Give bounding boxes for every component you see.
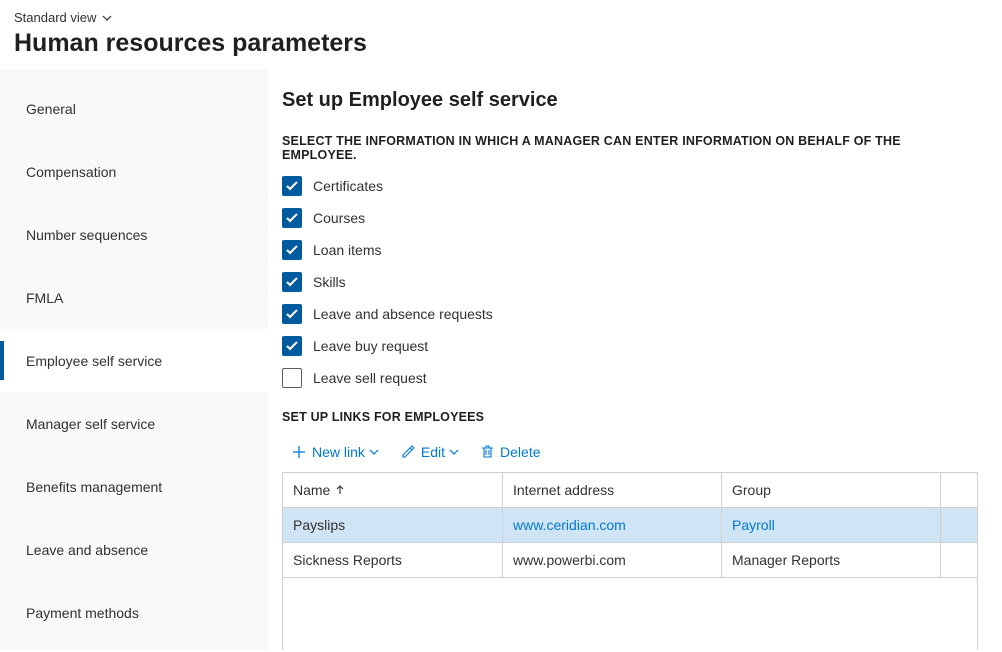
cell-name: Payslips	[283, 508, 503, 543]
links-toolbar: New link Edit Delete	[282, 438, 978, 472]
chevron-down-icon	[369, 449, 379, 455]
trash-icon	[481, 445, 494, 459]
chevron-down-icon	[102, 15, 112, 21]
checkbox-certificates[interactable]	[282, 176, 302, 196]
delete-label: Delete	[500, 444, 540, 460]
check-icon	[286, 309, 298, 319]
check-loan-items: Loan items	[282, 240, 978, 260]
check-courses: Courses	[282, 208, 978, 228]
checkbox-leave-absence-requests[interactable]	[282, 304, 302, 324]
checklist: Certificates Courses Loan items Skills L…	[282, 176, 978, 388]
grid-filler	[283, 578, 978, 651]
check-label: Leave sell request	[313, 370, 427, 386]
view-switcher[interactable]: Standard view	[14, 8, 112, 27]
main-title: Set up Employee self service	[282, 89, 978, 112]
sidebar-item-fmla[interactable]: FMLA	[0, 266, 268, 329]
sidebar-item-label: Payment methods	[26, 605, 139, 621]
sort-asc-icon	[336, 485, 344, 495]
cell-group: Manager Reports	[722, 543, 941, 578]
cell-address: www.powerbi.com	[503, 543, 722, 578]
sidebar-item-label: Manager self service	[26, 416, 155, 432]
check-icon	[286, 341, 298, 351]
main-content: Set up Employee self service SELECT THE …	[268, 69, 1002, 650]
sidebar-item-manager-self-service[interactable]: Manager self service	[0, 392, 268, 455]
sidebar-item-label: General	[26, 101, 76, 117]
sidebar-item-label: Benefits management	[26, 479, 162, 495]
sidebar-item-label: Compensation	[26, 164, 116, 180]
sidebar-item-employee-self-service[interactable]: Employee self service	[0, 329, 268, 392]
check-skills: Skills	[282, 272, 978, 292]
delete-button[interactable]: Delete	[481, 444, 540, 460]
check-icon	[286, 245, 298, 255]
cell-address: www.ceridian.com	[503, 508, 722, 543]
new-link-button[interactable]: New link	[292, 444, 379, 460]
cell-name: Sickness Reports	[283, 543, 503, 578]
col-header-label: Internet address	[513, 482, 614, 498]
col-header-label: Name	[293, 482, 330, 498]
check-label: Certificates	[313, 178, 383, 194]
check-icon	[286, 181, 298, 191]
col-header-group[interactable]: Group	[722, 473, 941, 508]
sidebar-item-payment-methods[interactable]: Payment methods	[0, 581, 268, 644]
links-grid: Name Internet address Group Payslips www…	[282, 472, 978, 650]
edit-label: Edit	[421, 444, 445, 460]
check-leave-sell-request: Leave sell request	[282, 368, 978, 388]
section-links-label: SET UP LINKS FOR EMPLOYEES	[282, 410, 978, 424]
cell-group: Payroll	[722, 508, 941, 543]
sidebar-item-compensation[interactable]: Compensation	[0, 140, 268, 203]
check-icon	[286, 213, 298, 223]
check-certificates: Certificates	[282, 176, 978, 196]
grid-header-row: Name Internet address Group	[283, 473, 978, 508]
sidebar-item-benefits-management[interactable]: Benefits management	[0, 455, 268, 518]
sidebar-item-leave-and-absence[interactable]: Leave and absence	[0, 518, 268, 581]
edit-button[interactable]: Edit	[401, 444, 459, 460]
sidebar-item-label: FMLA	[26, 290, 63, 306]
chevron-down-icon	[449, 449, 459, 455]
check-label: Leave buy request	[313, 338, 428, 354]
check-leave-buy-request: Leave buy request	[282, 336, 978, 356]
sidebar-item-label: Employee self service	[26, 353, 162, 369]
sidebar-item-number-sequences[interactable]: Number sequences	[0, 203, 268, 266]
sidebar-item-general[interactable]: General	[0, 77, 268, 140]
checkbox-loan-items[interactable]	[282, 240, 302, 260]
col-header-label: Group	[732, 482, 771, 498]
sidebar: General Compensation Number sequences FM…	[0, 69, 268, 650]
cell-pad	[941, 508, 978, 543]
col-header-pad	[941, 473, 978, 508]
check-icon	[286, 277, 298, 287]
pencil-icon	[401, 445, 415, 459]
sidebar-item-label: Number sequences	[26, 227, 147, 243]
sidebar-item-label: Leave and absence	[26, 542, 148, 558]
page-title: Human resources parameters	[14, 29, 988, 58]
table-row[interactable]: Payslips www.ceridian.com Payroll	[283, 508, 978, 543]
col-header-address[interactable]: Internet address	[503, 473, 722, 508]
checkbox-courses[interactable]	[282, 208, 302, 228]
new-link-label: New link	[312, 444, 365, 460]
check-label: Skills	[313, 274, 346, 290]
check-label: Courses	[313, 210, 365, 226]
check-label: Loan items	[313, 242, 381, 258]
view-label: Standard view	[14, 10, 96, 25]
col-header-name[interactable]: Name	[283, 473, 503, 508]
plus-icon	[292, 445, 306, 459]
checkbox-leave-buy-request[interactable]	[282, 336, 302, 356]
check-leave-absence-requests: Leave and absence requests	[282, 304, 978, 324]
cell-pad	[941, 543, 978, 578]
table-row[interactable]: Sickness Reports www.powerbi.com Manager…	[283, 543, 978, 578]
section-manager-entry-label: SELECT THE INFORMATION IN WHICH A MANAGE…	[282, 134, 978, 162]
checkbox-leave-sell-request[interactable]	[282, 368, 302, 388]
checkbox-skills[interactable]	[282, 272, 302, 292]
check-label: Leave and absence requests	[313, 306, 493, 322]
